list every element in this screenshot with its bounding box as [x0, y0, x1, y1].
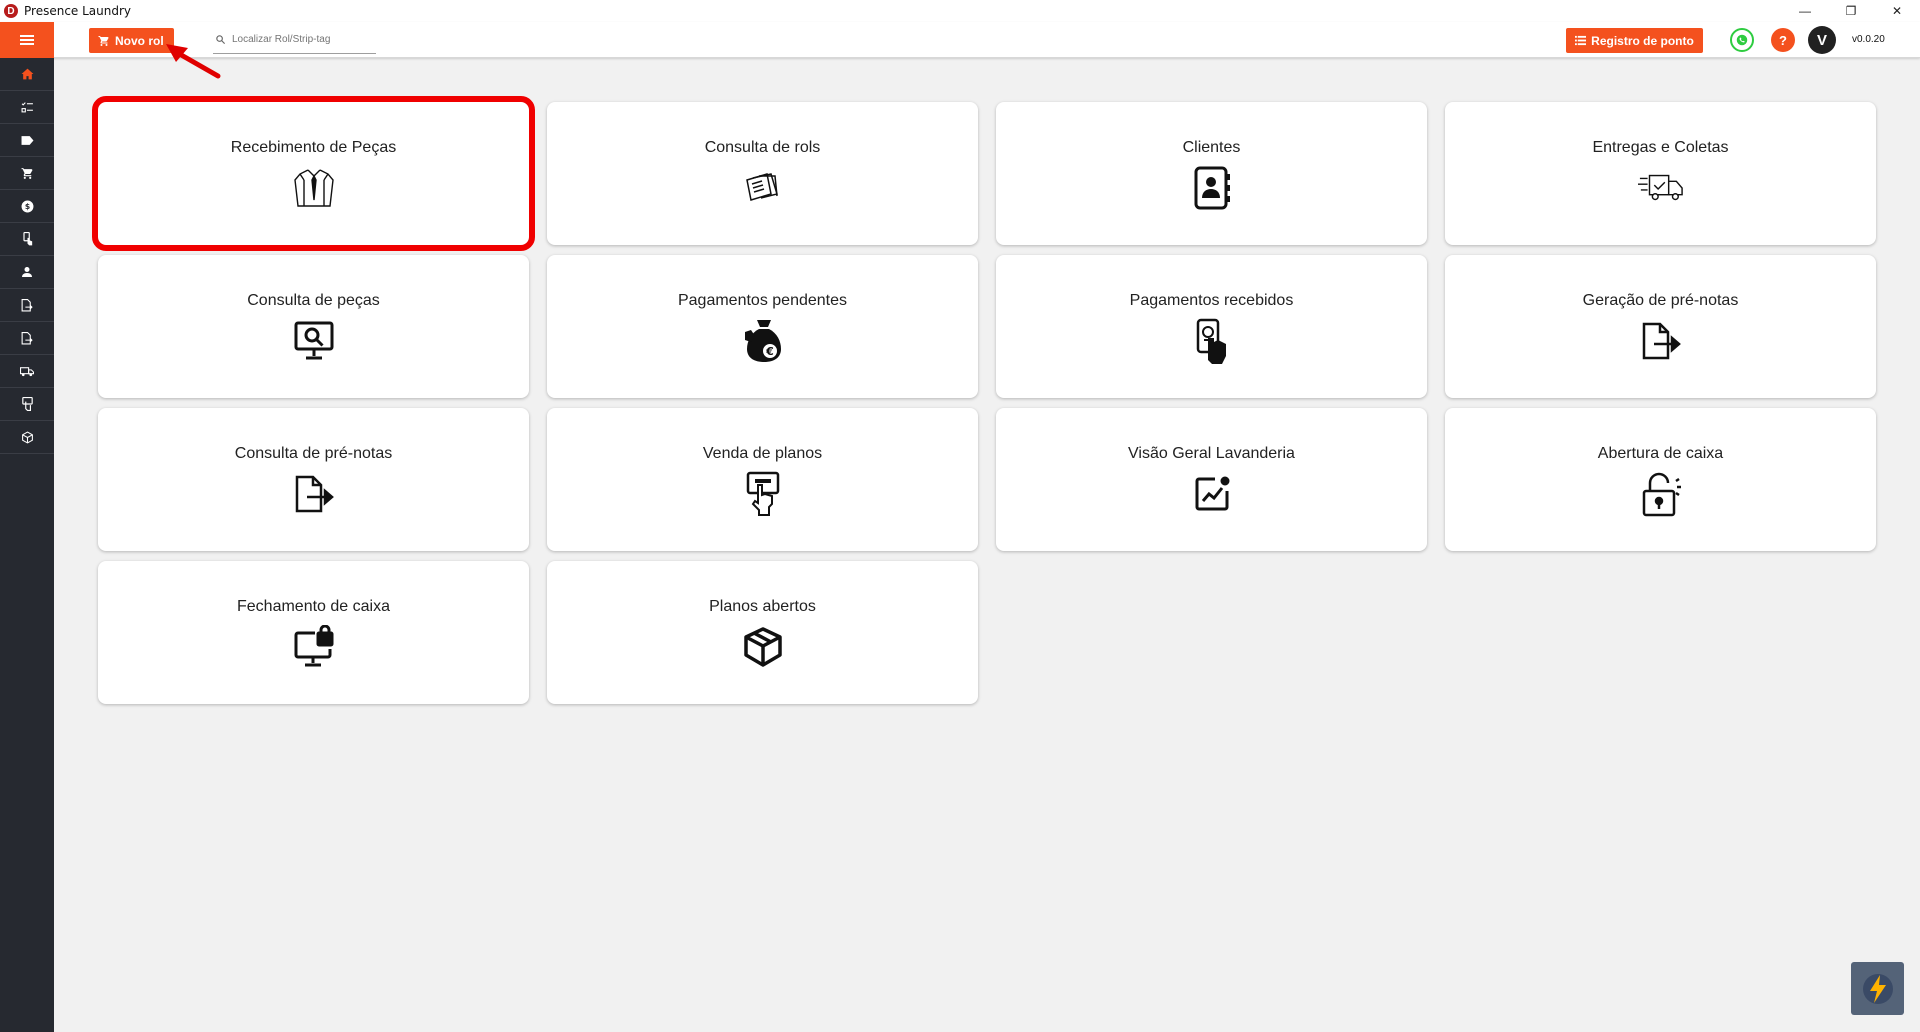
hand-card-icon [740, 471, 786, 517]
card-geracao-de-pre-notas[interactable]: Geração de pré-notas [1445, 255, 1876, 398]
money-bag-euro-icon: € [740, 318, 786, 364]
help-icon[interactable]: ? [1771, 28, 1795, 52]
minimize-button[interactable]: — [1782, 0, 1828, 22]
shirt-icon [291, 165, 337, 211]
card-label: Clientes [1182, 139, 1241, 156]
list-icon [1575, 35, 1587, 46]
sidebar-item-finance[interactable]: $ [0, 190, 54, 223]
card-label: Pagamentos recebidos [1129, 292, 1294, 309]
sidebar-item-invoice-query[interactable] [0, 322, 54, 355]
sidebar-item-deliveries[interactable] [0, 355, 54, 388]
card-label: Recebimento de Peças [230, 139, 397, 156]
sidebar: $ [0, 58, 54, 1032]
unlock-icon [1638, 471, 1684, 517]
document-arrow-icon [21, 298, 33, 311]
card-planos-abertos[interactable]: Planos abertos [547, 561, 978, 704]
card-venda-de-planos[interactable]: Venda de planos [547, 408, 978, 551]
card-label: Consulta de peças [247, 292, 380, 309]
card-label: Venda de planos [702, 445, 823, 462]
sidebar-item-cart[interactable] [0, 157, 54, 190]
sidebar-item-checklist[interactable] [0, 91, 54, 124]
restore-button[interactable]: ❐ [1828, 0, 1874, 22]
window-title-bar: D Presence Laundry — ❐ ✕ [0, 0, 1920, 22]
lightning-icon [1862, 973, 1893, 1004]
app-logo: D [4, 4, 18, 18]
documents-icon [740, 165, 786, 211]
whatsapp-icon[interactable] [1730, 28, 1754, 52]
card-clientes[interactable]: Clientes [996, 102, 1427, 245]
card-label: Fechamento de caixa [237, 598, 390, 615]
file-export-icon [1638, 318, 1684, 364]
assistant-widget[interactable] [1851, 962, 1904, 1015]
cart-icon [98, 35, 109, 46]
menu-toggle-button[interactable] [0, 22, 54, 58]
cart-icon [21, 167, 33, 179]
new-rol-label: Novo rol [115, 33, 164, 48]
card-pagamentos-recebidos[interactable]: Pagamentos recebidos [996, 255, 1427, 398]
hamburger-icon [20, 35, 34, 45]
hand-card-icon [21, 397, 33, 411]
card-label: Consulta de pré-notas [234, 445, 393, 462]
card-consulta-de-pecas[interactable]: Consulta de peças [98, 255, 529, 398]
card-label: Pagamentos pendentes [677, 292, 847, 309]
file-export-icon [291, 471, 337, 517]
svg-text:€: € [765, 345, 774, 358]
window-controls: — ❐ ✕ [1782, 0, 1920, 22]
sidebar-item-plans[interactable] [0, 388, 54, 421]
card-label: Geração de pré-notas [1582, 292, 1739, 309]
time-clock-button[interactable]: Registro de ponto [1566, 28, 1703, 53]
card-label: Visão Geral Lavanderia [1128, 445, 1295, 462]
card-recebimento-de-pecas[interactable]: Recebimento de Peças [92, 96, 535, 251]
delivery-truck-icon [1637, 165, 1684, 211]
card-fechamento-de-caixa[interactable]: Fechamento de caixa [98, 561, 529, 704]
truck-icon [20, 366, 34, 376]
card-label: Abertura de caixa [1597, 445, 1724, 462]
app-bar: Novo rol Registro de ponto ? V v0.0.20 [0, 22, 1920, 58]
card-consulta-de-rols[interactable]: Consulta de rols [547, 102, 978, 245]
card-label: Consulta de rols [704, 139, 821, 156]
sidebar-item-tags[interactable] [0, 124, 54, 157]
card-consulta-de-pre-notas[interactable]: Consulta de pré-notas [98, 408, 529, 551]
card-entregas-e-coletas[interactable]: Entregas e Coletas [1445, 102, 1876, 245]
card-label: Planos abertos [709, 598, 816, 615]
svg-text:$: $ [24, 202, 29, 211]
user-avatar[interactable]: V [1808, 26, 1836, 54]
checklist-icon [21, 102, 33, 113]
sidebar-item-payments[interactable] [0, 223, 54, 256]
box-icon [21, 430, 33, 444]
dashboard-grid: Recebimento de Peças Consulta de rols Cl… [92, 96, 1876, 704]
sidebar-item-open-plans[interactable] [0, 421, 54, 454]
box-icon [740, 624, 786, 670]
monitor-search-icon [291, 318, 337, 364]
home-icon [21, 68, 33, 80]
contacts-book-icon [1189, 165, 1235, 211]
phone-payment-icon [1189, 318, 1235, 364]
card-abertura-de-caixa[interactable]: Abertura de caixa [1445, 408, 1876, 551]
chart-box-icon [1189, 471, 1235, 517]
hand-pointer-icon [22, 232, 32, 246]
annotation-arrow-icon [166, 44, 221, 79]
sidebar-item-home[interactable] [0, 58, 54, 91]
document-arrow-icon [21, 331, 33, 344]
sidebar-item-invoices[interactable] [0, 289, 54, 322]
card-pagamentos-pendentes[interactable]: Pagamentos pendentes € [547, 255, 978, 398]
dollar-icon: $ [21, 200, 33, 212]
card-visao-geral-lavanderia[interactable]: Visão Geral Lavanderia [996, 408, 1427, 551]
time-clock-label: Registro de ponto [1591, 33, 1694, 48]
sidebar-item-customers[interactable] [0, 256, 54, 289]
window-title: Presence Laundry [24, 4, 132, 18]
version-label: v0.0.20 [1852, 34, 1885, 45]
search-input[interactable] [232, 34, 372, 45]
tag-icon [21, 135, 33, 145]
card-label: Entregas e Coletas [1592, 139, 1729, 156]
close-button[interactable]: ✕ [1874, 0, 1920, 22]
search-box [213, 26, 376, 54]
person-icon [22, 267, 32, 277]
monitor-lock-icon [291, 624, 337, 670]
